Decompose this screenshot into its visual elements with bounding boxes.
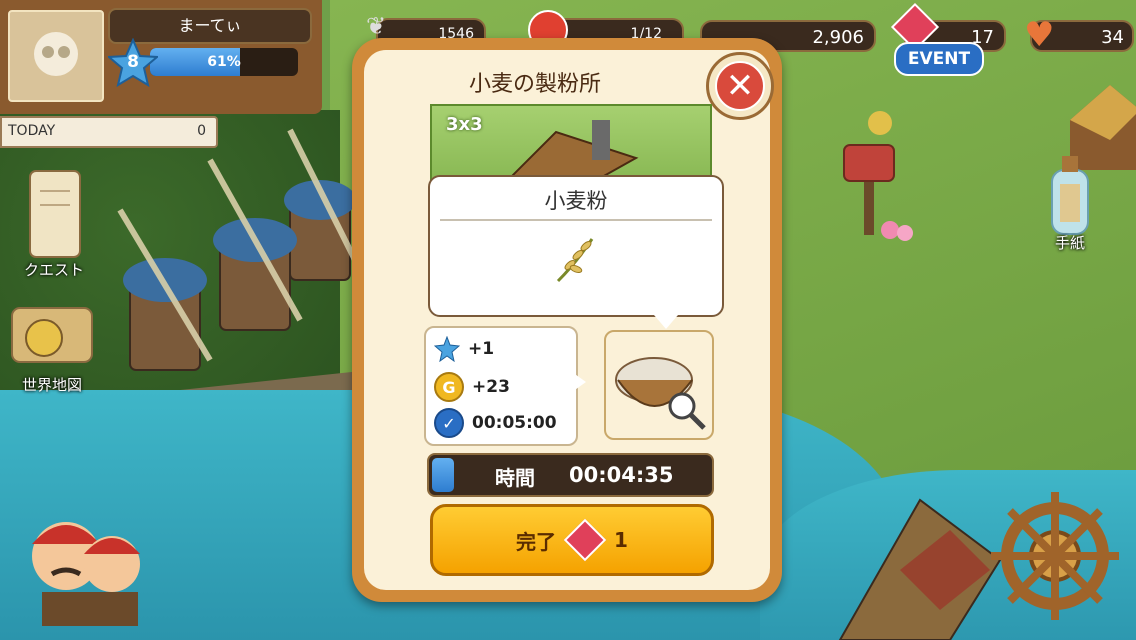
- ship-wheel-icon[interactable]: [990, 486, 1120, 636]
- quest-button[interactable]: クエスト: [6, 165, 102, 280]
- production-time: 00:05:00: [472, 413, 557, 433]
- exp-reward: +1: [468, 339, 495, 359]
- scroll-icon: [29, 170, 81, 258]
- exp-percent: 61%: [207, 54, 241, 70]
- complete-button[interactable]: 完了 1: [430, 504, 714, 576]
- letters-button[interactable]: 手紙: [1022, 150, 1118, 253]
- wings-icon: ❦: [366, 12, 387, 40]
- building-size: 3x3: [446, 114, 483, 135]
- mailbox[interactable]: [830, 105, 930, 245]
- exp-reward-row: +1: [434, 336, 494, 362]
- gem-icon: [563, 518, 607, 562]
- coin-reward-row: G +23: [434, 372, 510, 402]
- tooltip-divider: [440, 219, 712, 221]
- timer-value: 00:04:35: [569, 463, 674, 487]
- production-timer-bar: 時間 00:04:35: [427, 453, 714, 497]
- level-star-icon: 8: [106, 37, 160, 88]
- close-icon: ✕: [715, 61, 765, 111]
- world-map-button[interactable]: 世界地図: [4, 300, 100, 395]
- product-name: 小麦粉: [544, 189, 608, 213]
- timer-progress-fill: [432, 458, 455, 492]
- world-map-label: 世界地図: [21, 376, 82, 394]
- hearts-counter[interactable]: ♥ 34: [1024, 16, 1134, 54]
- flour-product-button[interactable]: [604, 330, 714, 440]
- windmill-buildings[interactable]: [90, 120, 370, 420]
- player-level: 8: [127, 52, 139, 72]
- stats-pointer: [572, 372, 586, 392]
- today-counter: TODAY 0: [0, 116, 218, 148]
- coin-icon: G: [434, 372, 464, 402]
- coin-reward: +23: [472, 377, 510, 397]
- complete-label: 完了: [516, 529, 557, 554]
- skull-icon: [34, 32, 78, 76]
- pirates-avatar[interactable]: [22, 496, 142, 626]
- close-button[interactable]: ✕: [706, 52, 774, 120]
- time-row: ✓ 00:05:00: [434, 408, 557, 438]
- product-tooltip: 小麦粉: [428, 175, 724, 329]
- coins-value: 2,906: [812, 27, 864, 48]
- dialog-title: 小麦の製粉所: [468, 72, 601, 97]
- exp-bar: 61%: [150, 48, 298, 76]
- clock-icon: ✓: [434, 408, 464, 438]
- event-button[interactable]: EVENT: [894, 42, 984, 76]
- heart-icon: ♥: [1024, 15, 1055, 55]
- player-panel: まーてぃ 61% 8: [0, 0, 322, 114]
- magnifier-icon: [668, 392, 706, 430]
- today-value: 0: [197, 123, 206, 139]
- wheat-icon: [556, 238, 594, 283]
- tooltip-pointer: [654, 315, 678, 329]
- star-icon: [434, 336, 460, 362]
- today-label: TODAY: [8, 123, 56, 139]
- avatar[interactable]: [8, 10, 104, 102]
- timer-label: 時間: [495, 466, 535, 490]
- complete-cost: 1: [614, 528, 628, 552]
- reward-stats: +1 G +23 ✓ 00:05:00: [424, 326, 578, 446]
- bottle-letter-icon: [1051, 156, 1089, 235]
- map-compass-icon: [11, 307, 93, 363]
- hearts-value: 34: [1101, 27, 1124, 48]
